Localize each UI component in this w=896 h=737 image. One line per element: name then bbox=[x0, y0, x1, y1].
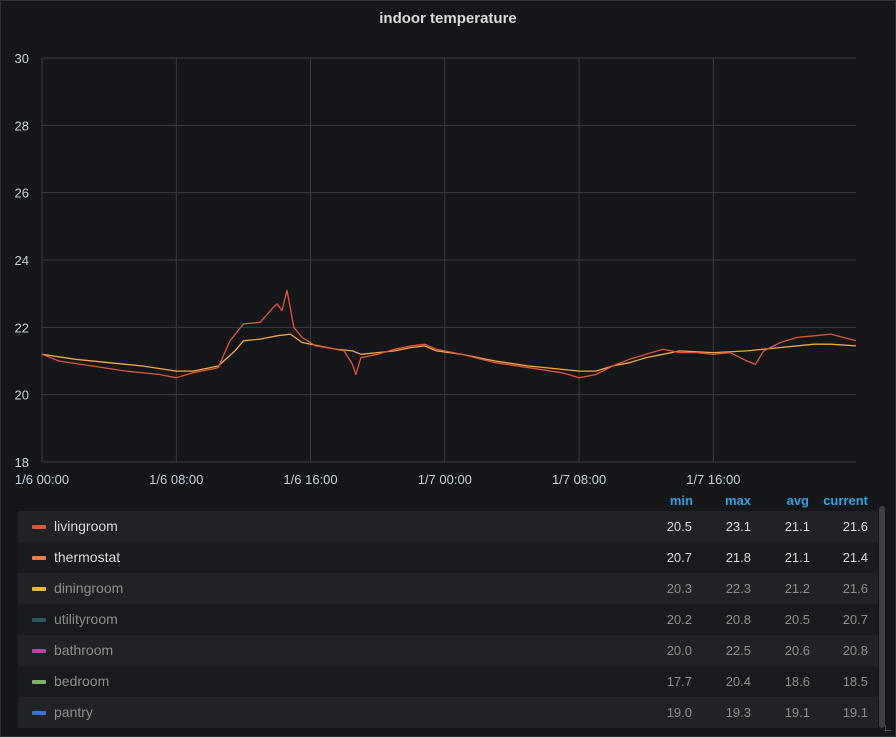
x-tick-label: 1/6 16:00 bbox=[283, 472, 337, 487]
series-max: 23.1 bbox=[725, 519, 751, 534]
series-avg: 21.1 bbox=[784, 550, 810, 565]
series-current: 21.4 bbox=[842, 550, 868, 565]
legend-row-bedroom[interactable]: bedroom 17.7 20.4 18.6 18.5 bbox=[18, 666, 878, 697]
legend-table: livingroom 20.5 23.1 21.1 21.6 thermosta… bbox=[18, 511, 878, 728]
series-min: 20.0 bbox=[666, 643, 692, 658]
series-color-swatch[interactable] bbox=[32, 649, 46, 653]
series-current: 20.7 bbox=[842, 612, 868, 627]
x-tick-label: 1/6 00:00 bbox=[15, 472, 69, 487]
panel-resize-handle[interactable]: ∟ bbox=[883, 723, 893, 734]
x-axis-ticks: 1/6 00:00 1/6 08:00 1/6 16:00 1/7 00:00 1/7 … bbox=[15, 472, 741, 487]
series-current: 20.8 bbox=[842, 643, 868, 658]
series-color-swatch[interactable] bbox=[32, 711, 46, 715]
series-line-thermostat bbox=[41, 333, 857, 372]
series-max: 20.8 bbox=[725, 612, 751, 627]
legend-row-livingroom[interactable]: livingroom 20.5 23.1 21.1 21.6 bbox=[18, 511, 878, 542]
chart-grid bbox=[41, 57, 856, 463]
x-tick-label: 1/7 16:00 bbox=[686, 472, 740, 487]
y-tick-label: 28 bbox=[15, 118, 29, 133]
series-avg: 21.1 bbox=[784, 519, 810, 534]
series-min: 17.7 bbox=[666, 674, 692, 689]
y-tick-label: 30 bbox=[15, 51, 29, 66]
legend-row-pantry[interactable]: pantry 19.0 19.3 19.1 19.1 bbox=[18, 697, 878, 728]
legend-header-current[interactable]: current bbox=[809, 493, 868, 508]
y-tick-label: 20 bbox=[15, 388, 29, 403]
series-current: 21.6 bbox=[842, 581, 868, 596]
series-max: 22.3 bbox=[725, 581, 751, 596]
series-name[interactable]: utilityroom bbox=[54, 611, 118, 627]
legend-header-avg[interactable]: avg bbox=[759, 493, 809, 508]
series-line-livingroom bbox=[41, 289, 857, 379]
series-current: 21.6 bbox=[842, 519, 868, 534]
x-tick-label: 1/6 08:00 bbox=[149, 472, 203, 487]
series-avg: 20.5 bbox=[784, 612, 810, 627]
series-min: 20.5 bbox=[666, 519, 692, 534]
series-current: 19.1 bbox=[842, 705, 868, 720]
series-name[interactable]: thermostat bbox=[54, 549, 120, 565]
y-tick-label: 22 bbox=[15, 320, 29, 335]
series-max: 20.4 bbox=[725, 674, 751, 689]
legend-row-bathroom[interactable]: bathroom 20.0 22.5 20.6 20.8 bbox=[18, 635, 878, 666]
y-tick-label: 18 bbox=[15, 455, 29, 470]
series-min: 19.0 bbox=[666, 705, 692, 720]
y-axis-ticks: 18 20 22 24 26 28 30 bbox=[15, 51, 29, 470]
legend-row-utilityroom[interactable]: utilityroom 20.2 20.8 20.5 20.7 bbox=[18, 604, 878, 635]
series-color-swatch[interactable] bbox=[32, 525, 46, 529]
series-name[interactable]: bedroom bbox=[54, 673, 109, 689]
series-avg: 20.6 bbox=[784, 643, 810, 658]
series-max: 19.3 bbox=[725, 705, 751, 720]
series-lines bbox=[41, 289, 857, 379]
x-tick-label: 1/7 00:00 bbox=[418, 472, 472, 487]
legend-scrollbar[interactable] bbox=[879, 506, 885, 728]
series-max: 22.5 bbox=[725, 643, 751, 658]
legend-header-max[interactable]: max bbox=[701, 493, 751, 508]
series-name[interactable]: livingroom bbox=[54, 518, 118, 534]
series-avg: 21.2 bbox=[784, 581, 810, 596]
series-name[interactable]: bathroom bbox=[54, 642, 113, 658]
series-min: 20.2 bbox=[666, 612, 692, 627]
x-tick-label: 1/7 08:00 bbox=[552, 472, 606, 487]
series-color-swatch[interactable] bbox=[32, 587, 46, 591]
legend-row-diningroom[interactable]: diningroom 20.3 22.3 21.2 21.6 bbox=[18, 573, 878, 604]
series-max: 21.8 bbox=[725, 550, 751, 565]
y-tick-label: 26 bbox=[15, 186, 29, 201]
series-min: 20.7 bbox=[666, 550, 692, 565]
series-current: 18.5 bbox=[842, 674, 868, 689]
series-color-swatch[interactable] bbox=[32, 618, 46, 622]
series-name[interactable]: diningroom bbox=[54, 580, 123, 596]
series-avg: 18.6 bbox=[784, 674, 810, 689]
series-min: 20.3 bbox=[666, 581, 692, 596]
legend-header-min[interactable]: min bbox=[641, 493, 693, 508]
line-chart: 18 20 22 24 26 28 30 1/6 00:00 1/6 08:00 1/6 16:… bbox=[15, 51, 857, 487]
y-tick-label: 24 bbox=[15, 253, 29, 268]
graph-panel: indoor temperature 18 20 22 24 26 28 30 1/6 00… bbox=[0, 0, 896, 737]
series-color-swatch[interactable] bbox=[32, 680, 46, 684]
legend-row-thermostat[interactable]: thermostat 20.7 21.8 21.1 21.4 bbox=[18, 542, 878, 573]
series-avg: 19.1 bbox=[784, 705, 810, 720]
series-name[interactable]: pantry bbox=[54, 704, 93, 720]
series-color-swatch[interactable] bbox=[32, 556, 46, 560]
